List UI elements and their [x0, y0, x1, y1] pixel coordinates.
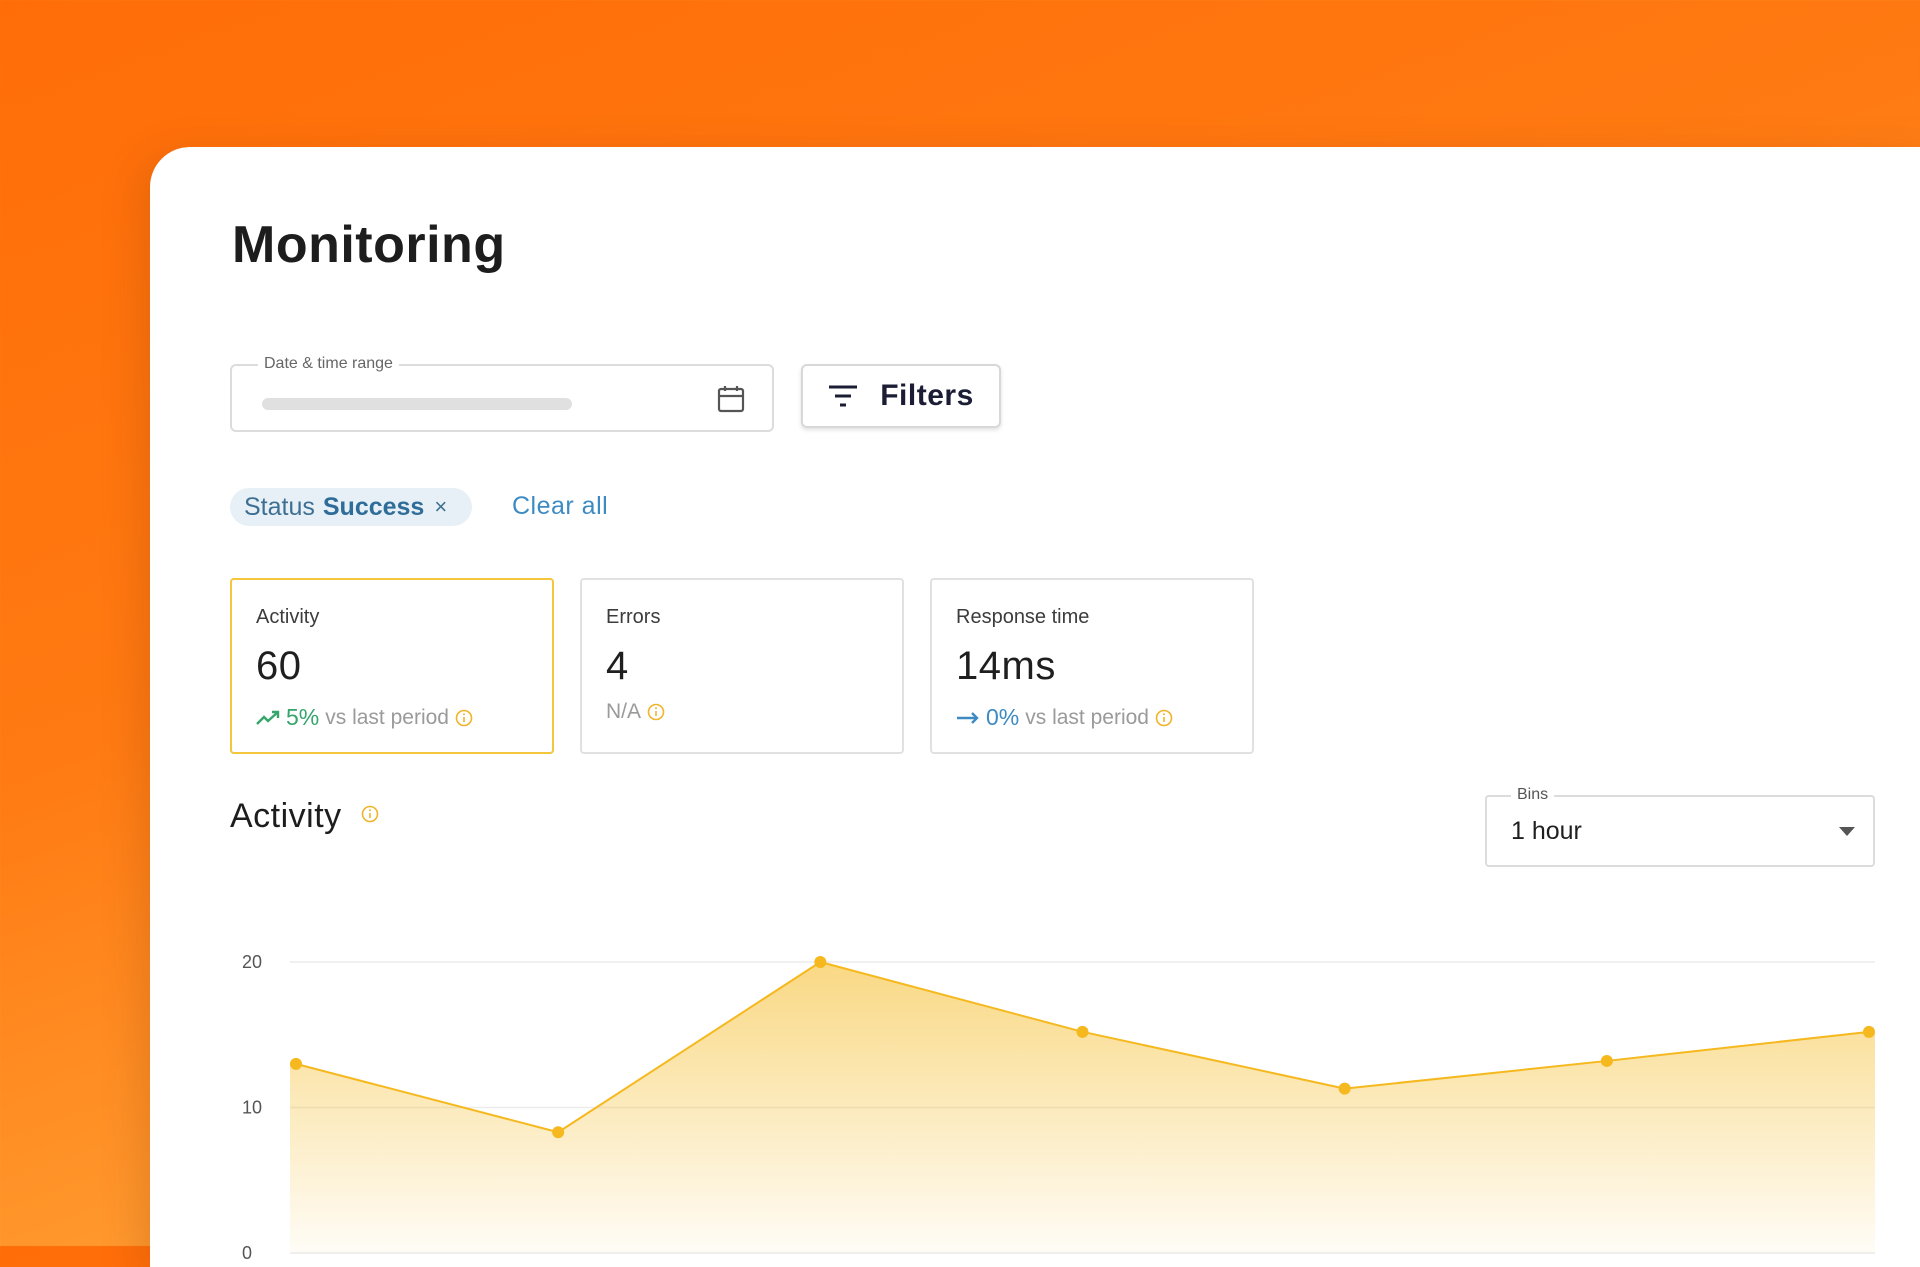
activity-section-title: Activity	[230, 797, 342, 835]
y-tick-label: 10	[242, 1098, 262, 1118]
filter-chip-value: Success	[322, 492, 425, 521]
y-tick-label: 20	[242, 952, 262, 972]
monitoring-panel: Monitoring Date & time range Filters Sta…	[150, 147, 1920, 1267]
filter-chip-key: Status	[244, 492, 315, 521]
data-point[interactable]	[1338, 1082, 1351, 1095]
data-point[interactable]	[290, 1057, 302, 1070]
info-icon[interactable]	[361, 805, 379, 823]
activity-metric-card[interactable]: Activity 60 5% vs last period	[230, 578, 554, 754]
bins-label: Bins	[1511, 786, 1555, 804]
card-label: Response time	[956, 606, 1090, 628]
delta-suffix: vs last period	[325, 705, 449, 729]
chevron-down-icon	[1839, 827, 1855, 836]
card-label: Activity	[256, 606, 320, 628]
data-point[interactable]	[552, 1126, 565, 1139]
card-delta: 5% vs last period	[256, 704, 473, 731]
errors-metric-card[interactable]: Errors 4 N/A	[580, 578, 904, 754]
bins-select[interactable]: Bins 1 hour	[1485, 786, 1875, 867]
bins-value: 1 hour	[1511, 817, 1582, 845]
response-time-metric-card[interactable]: Response time 14ms 0% vs last period	[930, 578, 1254, 754]
calendar-icon[interactable]	[716, 384, 746, 414]
date-range-label: Date & time range	[258, 355, 399, 373]
card-value: 60	[256, 644, 302, 688]
card-delta: N/A	[606, 700, 665, 724]
card-delta: 0% vs last period	[956, 704, 1173, 731]
data-point[interactable]	[814, 956, 827, 968]
info-icon[interactable]	[1155, 709, 1173, 727]
delta-value: 5%	[286, 704, 320, 730]
data-point[interactable]	[1600, 1054, 1613, 1067]
delta-suffix: vs last period	[1025, 705, 1149, 729]
close-icon[interactable]: ×	[434, 494, 447, 520]
clear-all-link[interactable]: Clear all	[512, 492, 608, 521]
y-tick-label: 0	[242, 1243, 252, 1263]
card-value: 14ms	[956, 644, 1056, 688]
arrow-right-icon	[957, 711, 979, 724]
filter-icon	[829, 385, 858, 407]
data-point[interactable]	[1076, 1025, 1089, 1038]
data-point[interactable]	[1863, 1025, 1875, 1038]
status-filter-chip[interactable]: Status Success ×	[230, 488, 472, 526]
date-range-field[interactable]: Date & time range	[230, 355, 774, 432]
card-label: Errors	[606, 606, 661, 628]
filters-button-label: Filters	[880, 379, 974, 412]
info-icon[interactable]	[455, 709, 473, 727]
activity-area-chart: 20 10 0	[242, 952, 1875, 1263]
date-range-value-placeholder	[262, 398, 572, 410]
page-title: Monitoring	[232, 216, 506, 274]
card-value: 4	[606, 644, 629, 688]
delta-note: N/A	[606, 700, 642, 723]
delta-value: 0%	[986, 704, 1020, 730]
trending-up-icon	[256, 710, 280, 725]
filters-button[interactable]: Filters	[801, 364, 1001, 428]
info-icon[interactable]	[647, 703, 665, 721]
